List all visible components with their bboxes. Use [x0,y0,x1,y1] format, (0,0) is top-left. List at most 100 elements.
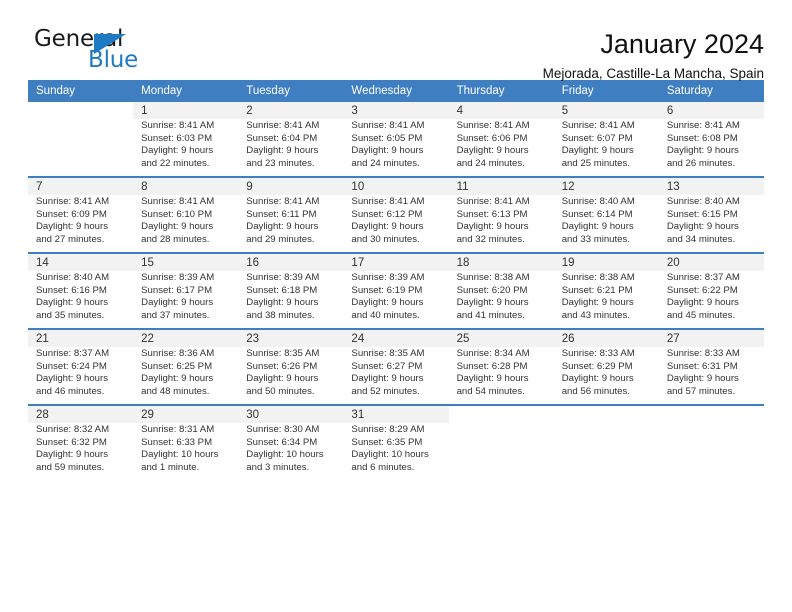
day-daylight-1-text: Daylight: 9 hours [456,373,529,384]
day-cell-2[interactable]: Sunrise: 8:41 AM Sunset: 6:04 PM Daylight:… [238,119,344,176]
day-daylight-2-text: and 41 minutes. [456,309,525,321]
day-number-21[interactable]: 21 [28,330,134,347]
day-cell-16[interactable]: Sunrise: 8:39 AM Sunset: 6:18 PM Daylight:… [238,271,344,328]
day-number-17[interactable]: 17 [343,254,449,271]
day-daylight-1-text: Daylight: 9 hours [246,145,319,156]
day-number-3[interactable]: 3 [343,102,449,119]
day-cell-4[interactable]: Sunrise: 8:41 AM Sunset: 6:06 PM Daylight:… [448,119,554,176]
day-number-28[interactable]: 28 [28,406,134,423]
day-cell-13[interactable]: Sunrise: 8:40 AM Sunset: 6:15 PM Daylight:… [658,195,764,252]
day-number-14[interactable]: 14 [28,254,134,271]
day-number-13[interactable]: 13 [658,178,764,195]
day-daylight-1-text: Daylight: 9 hours [141,373,214,384]
week-detail-row: Sunrise: 8:41 AM Sunset: 6:03 PM Daylight:… [28,119,764,176]
day-cell-23[interactable]: Sunrise: 8:35 AM Sunset: 6:26 PM Daylight:… [238,347,344,404]
day-daylight-2-text: and 35 minutes. [36,309,105,321]
day-number-31[interactable]: 31 [343,406,449,423]
day-cell-10[interactable]: Sunrise: 8:41 AM Sunset: 6:12 PM Daylight:… [343,195,449,252]
day-cell-21[interactable]: Sunrise: 8:37 AM Sunset: 6:24 PM Daylight:… [28,347,134,404]
day-cell-19[interactable]: Sunrise: 8:38 AM Sunset: 6:21 PM Daylight:… [553,271,659,328]
day-cell-12[interactable]: Sunrise: 8:40 AM Sunset: 6:14 PM Daylight:… [553,195,659,252]
day-sunrise-text: Sunrise: 8:31 AM [141,424,215,435]
day-sunset-text: Sunset: 6:14 PM [561,208,633,220]
day-cell-11[interactable]: Sunrise: 8:41 AM Sunset: 6:13 PM Daylight:… [448,195,554,252]
day-number-16[interactable]: 16 [238,254,344,271]
day-daylight-2-text: and 30 minutes. [351,233,420,245]
day-number-24[interactable]: 24 [343,330,449,347]
day-number-4[interactable]: 4 [448,102,554,119]
day-cell-22[interactable]: Sunrise: 8:36 AM Sunset: 6:25 PM Daylight:… [133,347,239,404]
day-sunrise-text: Sunrise: 8:36 AM [141,348,215,359]
day-sunrise-text: Sunrise: 8:41 AM [246,120,320,131]
day-cell-6[interactable]: Sunrise: 8:41 AM Sunset: 6:08 PM Daylight:… [658,119,764,176]
day-sunset-text: Sunset: 6:18 PM [246,284,318,296]
day-daylight-2-text: and 29 minutes. [246,233,315,245]
day-number-12[interactable]: 12 [553,178,659,195]
day-sunset-text: Sunset: 6:17 PM [141,284,213,296]
weekday-header-monday: Monday [133,80,239,102]
day-cell-27[interactable]: Sunrise: 8:33 AM Sunset: 6:31 PM Daylight:… [658,347,764,404]
day-daylight-1-text: Daylight: 9 hours [561,373,634,384]
day-number-26[interactable]: 26 [553,330,659,347]
day-cell-1[interactable]: Sunrise: 8:41 AM Sunset: 6:03 PM Daylight:… [133,119,239,176]
day-cell-5[interactable]: Sunrise: 8:41 AM Sunset: 6:07 PM Daylight:… [553,119,659,176]
day-cell-31[interactable]: Sunrise: 8:29 AM Sunset: 6:35 PM Daylight:… [343,423,449,480]
day-number-30[interactable]: 30 [238,406,344,423]
day-cell-8[interactable]: Sunrise: 8:41 AM Sunset: 6:10 PM Daylight:… [133,195,239,252]
day-daylight-2-text: and 27 minutes. [36,233,105,245]
day-sunset-text: Sunset: 6:31 PM [666,360,738,372]
day-cell-30[interactable]: Sunrise: 8:30 AM Sunset: 6:34 PM Daylight:… [238,423,344,480]
day-number-19[interactable]: 19 [553,254,659,271]
day-daylight-2-text: and 38 minutes. [246,309,315,321]
day-number-8[interactable]: 8 [133,178,239,195]
day-number-5[interactable]: 5 [553,102,659,119]
day-daylight-1-text: Daylight: 9 hours [36,373,108,384]
day-cell-3[interactable]: Sunrise: 8:41 AM Sunset: 6:05 PM Daylight:… [343,119,449,176]
day-daylight-1-text: Daylight: 9 hours [456,221,529,232]
day-sunrise-text: Sunrise: 8:32 AM [36,424,110,435]
day-number-22[interactable]: 22 [133,330,239,347]
day-number-15[interactable]: 15 [133,254,239,271]
day-cell-24[interactable]: Sunrise: 8:35 AM Sunset: 6:27 PM Daylight:… [343,347,449,404]
day-cell-29[interactable]: Sunrise: 8:31 AM Sunset: 6:33 PM Daylight:… [133,423,239,480]
day-cell-25[interactable]: Sunrise: 8:34 AM Sunset: 6:28 PM Daylight:… [448,347,554,404]
day-daylight-2-text: and 40 minutes. [351,309,420,321]
day-sunset-text: Sunset: 6:21 PM [561,284,633,296]
day-cell-17[interactable]: Sunrise: 8:39 AM Sunset: 6:19 PM Daylight:… [343,271,449,328]
day-cell-26[interactable]: Sunrise: 8:33 AM Sunset: 6:29 PM Daylight:… [553,347,659,404]
day-number-29[interactable]: 29 [133,406,239,423]
day-number-1[interactable]: 1 [133,102,239,119]
day-number-2[interactable]: 2 [238,102,344,119]
day-sunset-text: Sunset: 6:20 PM [456,284,528,296]
day-number-18[interactable]: 18 [448,254,554,271]
day-number-6[interactable]: 6 [658,102,764,119]
day-cell-9[interactable]: Sunrise: 8:41 AM Sunset: 6:11 PM Daylight:… [238,195,344,252]
day-number-23[interactable]: 23 [238,330,344,347]
day-daylight-2-text: and 45 minutes. [666,309,736,321]
weekday-header-thursday: Thursday [448,80,554,102]
day-number-20[interactable]: 20 [658,254,764,271]
day-cell-20[interactable]: Sunrise: 8:37 AM Sunset: 6:22 PM Daylight:… [658,271,764,328]
day-sunrise-text: Sunrise: 8:41 AM [351,120,425,131]
day-number-27[interactable]: 27 [658,330,764,347]
day-cell-7[interactable]: Sunrise: 8:41 AM Sunset: 6:09 PM Daylight:… [28,195,134,252]
day-number-7[interactable]: 7 [28,178,134,195]
day-sunrise-text: Sunrise: 8:33 AM [561,348,635,359]
day-number-11[interactable]: 11 [448,178,554,195]
day-sunset-text: Sunset: 6:19 PM [351,284,423,296]
day-sunrise-text: Sunrise: 8:34 AM [456,348,530,359]
day-cell-15[interactable]: Sunrise: 8:39 AM Sunset: 6:17 PM Daylight:… [133,271,239,328]
day-daylight-2-text: and 3 minutes. [246,461,310,473]
day-sunrise-text: Sunrise: 8:41 AM [561,120,635,131]
day-number-9[interactable]: 9 [238,178,344,195]
week-detail-row: Sunrise: 8:37 AM Sunset: 6:24 PM Daylight:… [28,347,764,404]
day-cell-18[interactable]: Sunrise: 8:38 AM Sunset: 6:20 PM Daylight:… [448,271,554,328]
day-sunrise-text: Sunrise: 8:41 AM [36,196,110,207]
day-number-25[interactable]: 25 [448,330,554,347]
day-cell-14[interactable]: Sunrise: 8:40 AM Sunset: 6:16 PM Daylight:… [28,271,134,328]
day-cell-28[interactable]: Sunrise: 8:32 AM Sunset: 6:32 PM Daylight:… [28,423,134,480]
day-number-empty [448,406,554,423]
day-daylight-1-text: Daylight: 9 hours [666,373,739,384]
day-number-10[interactable]: 10 [343,178,449,195]
week-detail-row: Sunrise: 8:41 AM Sunset: 6:09 PM Daylight:… [28,195,764,252]
